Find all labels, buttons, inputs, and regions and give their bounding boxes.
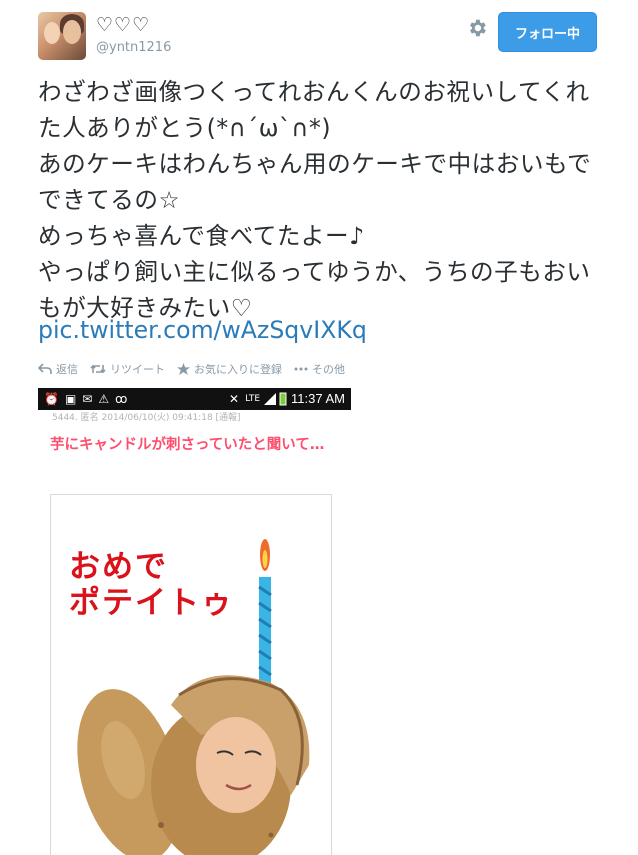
user-avatar[interactable] [38, 12, 86, 60]
mute-icon: ✕ [229, 391, 240, 406]
post-meta: 5444. 匿名 2014/06/10(火) 09:41:18 [通報] [52, 413, 241, 423]
image-icon: ▣ [64, 392, 77, 406]
warning-icon: ⚠ [98, 392, 110, 406]
avatar-face-2 [63, 20, 81, 44]
media-caption: 芋にキャンドルが刺さっていたと聞いて… [50, 437, 325, 453]
favorite-button[interactable]: お気に入りに登録 [177, 361, 282, 377]
signal-icon [264, 392, 277, 405]
retweet-icon [90, 364, 106, 374]
retweet-button[interactable]: リツイート [90, 361, 165, 377]
reply-button[interactable]: 返信 [38, 361, 78, 377]
tweet-media-link[interactable]: pic.twitter.com/wAzSqvIXKq [38, 312, 367, 348]
reply-label: 返信 [56, 363, 78, 376]
card-title-line-2: ポテイトゥ [69, 585, 234, 621]
mail-icon: ✉ [82, 392, 93, 406]
gear-icon[interactable] [466, 17, 488, 39]
user-handle[interactable]: @yntn1216 [96, 40, 171, 55]
candle-icon [258, 539, 272, 685]
alarm-icon: ⏰ [44, 392, 59, 406]
follow-button[interactable]: フォロー中 [498, 12, 597, 52]
avatar-face-1 [44, 22, 60, 44]
favorite-label: お気に入りに登録 [194, 363, 282, 376]
network-label: LTE [245, 393, 261, 404]
more-icon [294, 367, 308, 371]
more-button[interactable]: その他 [294, 361, 345, 377]
tweet-actions: 返信 リツイート お気に入りに登録 その他 [38, 360, 357, 378]
birthday-card-image: おめで ポテイトゥ [50, 494, 332, 855]
retweet-label: リツイート [110, 363, 165, 376]
user-display-name[interactable]: ♡♡♡ [96, 14, 150, 36]
battery-icon [279, 392, 287, 405]
tweet-text: わざわざ画像つくってれおんくんのお祝いしてくれた人ありがとう(*∩´ω`∩*) … [38, 78, 592, 322]
star-icon [177, 363, 190, 375]
more-label: その他 [312, 363, 345, 376]
tweet-media-image[interactable]: ⏰ ▣ ✉ ⚠ ꝏ ✕ LTE 11:37 AM 5444. 匿名 2014/0… [38, 388, 351, 855]
status-time: 11:37 AM [291, 391, 345, 406]
card-title: おめで ポテイトゥ [69, 549, 234, 621]
voicemail-icon: ꝏ [115, 392, 128, 406]
reply-icon [38, 363, 52, 374]
potato-with-face-illustration [77, 675, 310, 855]
phone-status-bar: ⏰ ▣ ✉ ⚠ ꝏ ✕ LTE 11:37 AM [38, 388, 351, 410]
card-title-line-1: おめで [69, 549, 168, 585]
